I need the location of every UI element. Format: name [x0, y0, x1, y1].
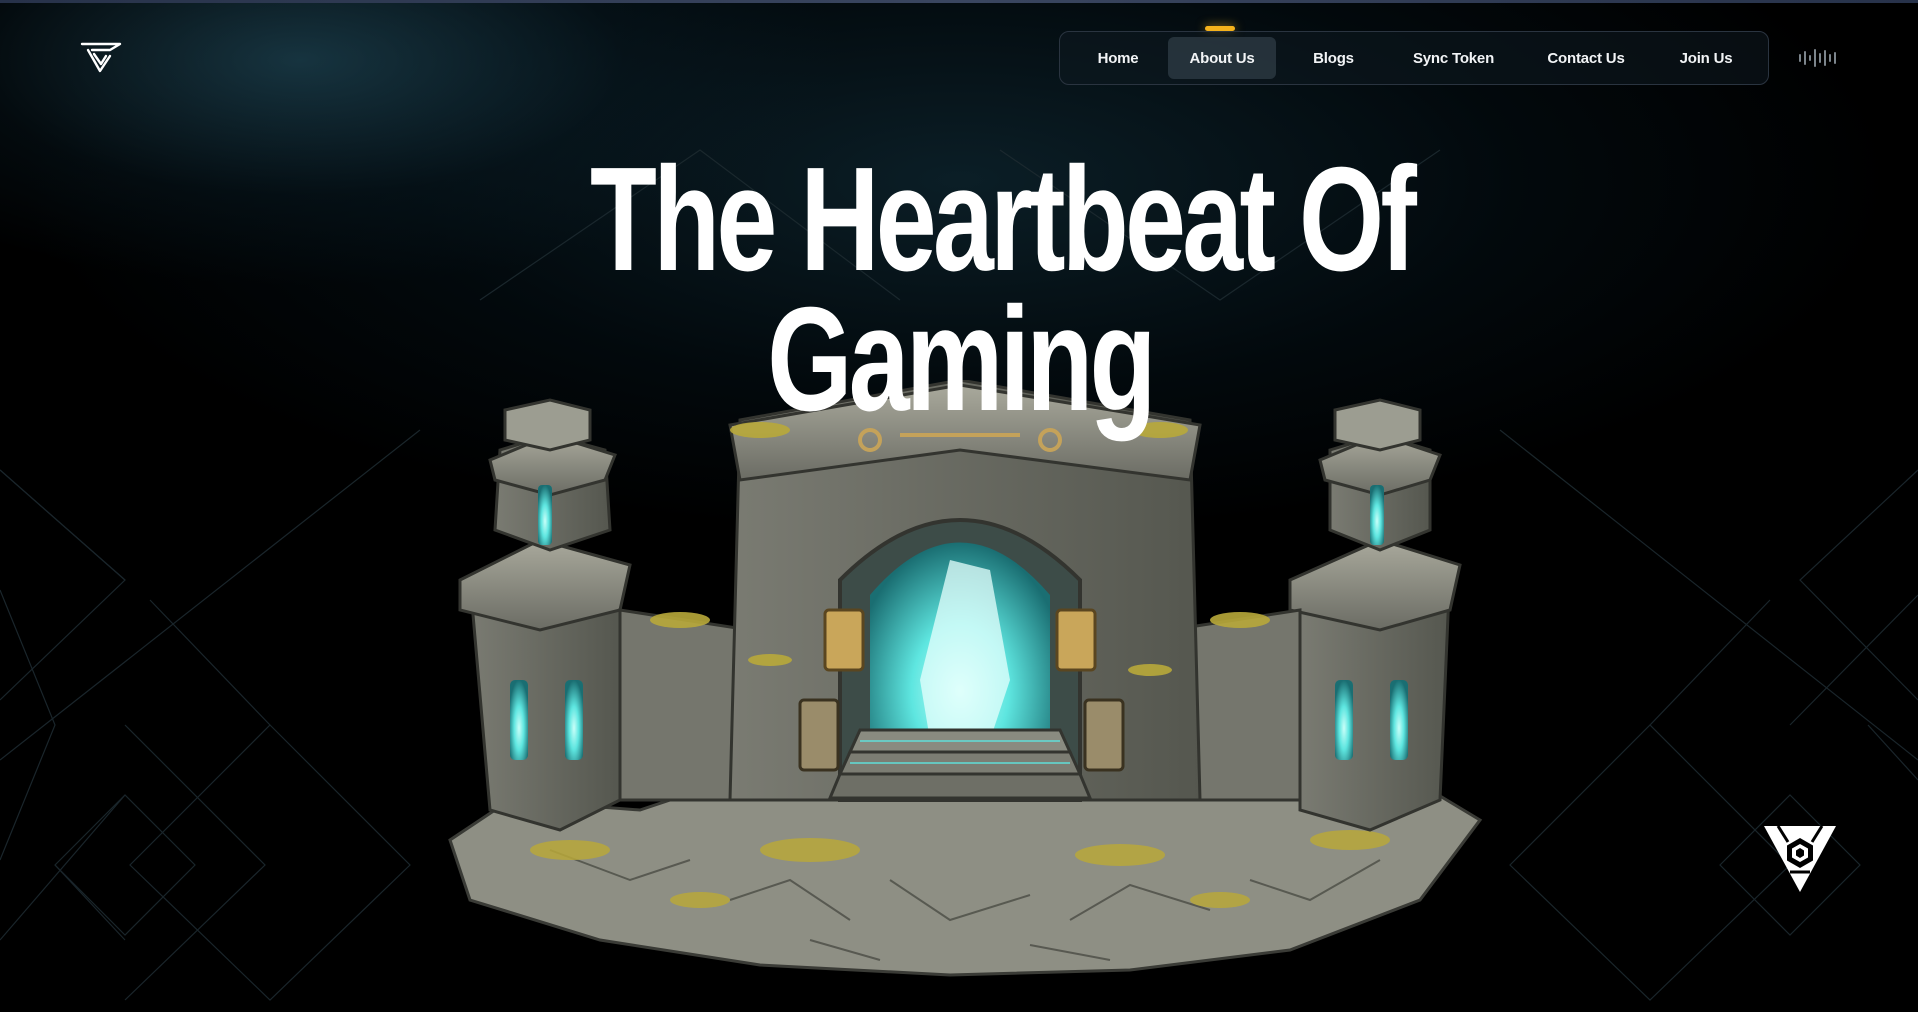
triangle-hexagon-emblem-icon[interactable] [1760, 822, 1840, 894]
nav-item-blogs[interactable]: Blogs [1276, 37, 1391, 79]
nav-item-join-us[interactable]: Join Us [1656, 37, 1756, 79]
stylized-v-logo-icon[interactable] [80, 40, 122, 74]
hero-title: The Heartbeat Of Gaming [590, 137, 1417, 442]
nav-item-sync-token[interactable]: Sync Token [1391, 37, 1516, 79]
landing-page: Home About Us Blogs Sync Token Contact U… [0, 0, 1918, 1012]
hero-title-line-2: Gaming [767, 277, 1156, 442]
nav-item-home[interactable]: Home [1068, 37, 1168, 79]
sound-wave-icon[interactable] [1797, 48, 1839, 68]
main-navigation: Home About Us Blogs Sync Token Contact U… [1059, 31, 1769, 85]
nav-item-about-us[interactable]: About Us [1168, 37, 1276, 79]
nav-item-contact-us[interactable]: Contact Us [1516, 37, 1656, 79]
hero-title-line-1: The Heartbeat Of [590, 137, 1417, 302]
stone-temple-portal-illustration [448, 380, 1483, 977]
